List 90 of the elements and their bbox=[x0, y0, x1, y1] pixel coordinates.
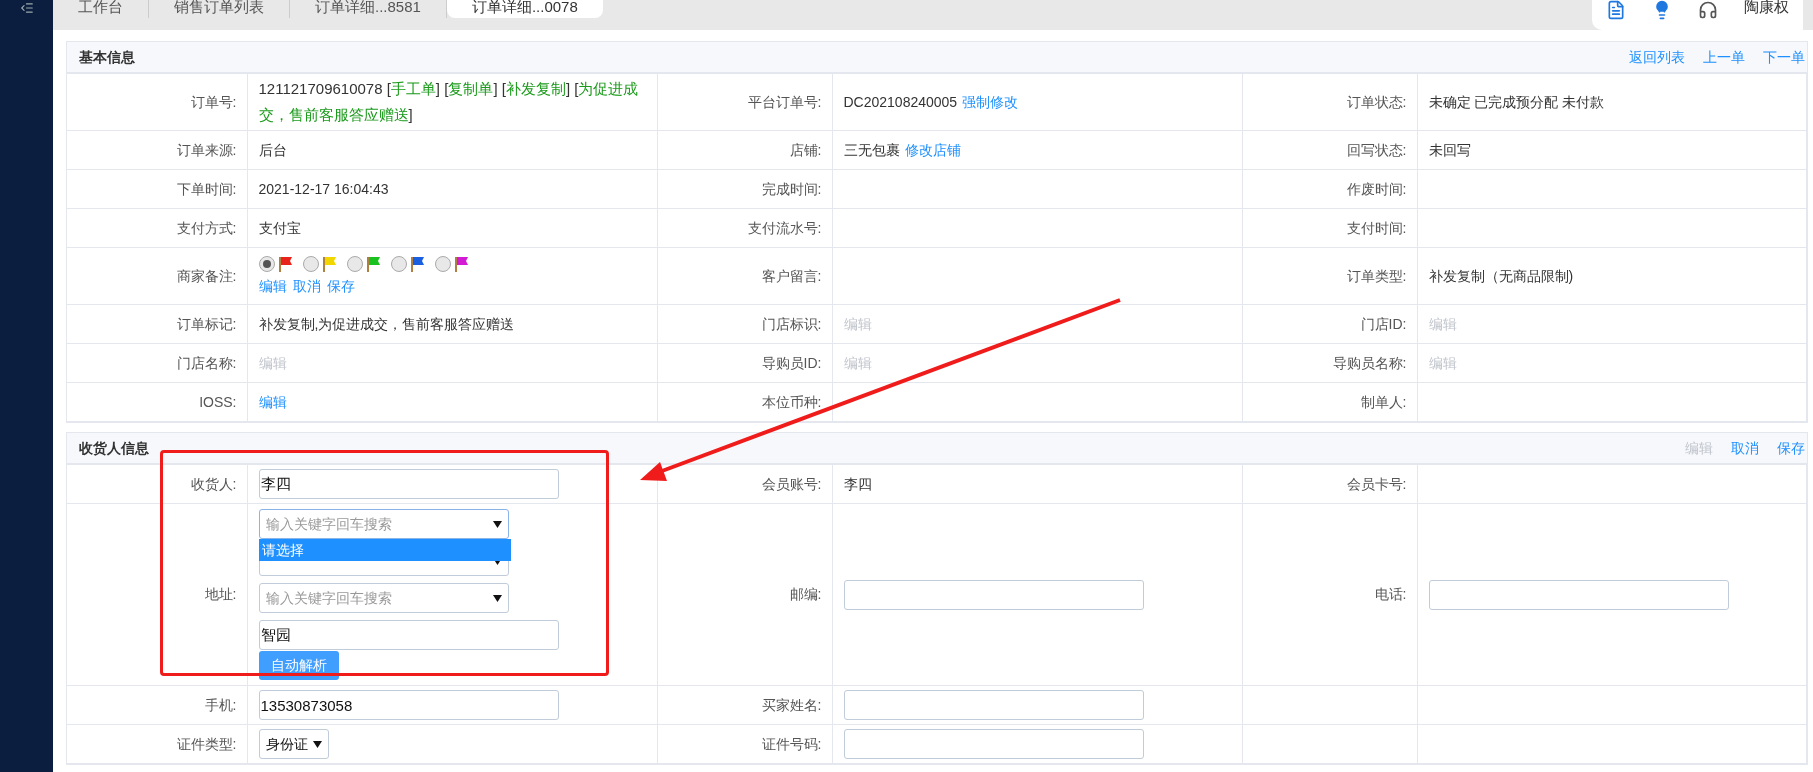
field-label: 本位币种: bbox=[761, 393, 822, 410]
field-value: DC202108240005 bbox=[843, 92, 958, 112]
input-field[interactable]: 13530873058 bbox=[258, 690, 559, 720]
order-number-text: 121121709610078 [手工单] [复制单] [补发复制] [为促进成交，售前客服答应赠送] bbox=[258, 79, 640, 125]
field-label: 订单标记: bbox=[176, 315, 237, 332]
menu-icon[interactable] bbox=[19, 1, 34, 15]
field-label: 制单人: bbox=[1360, 393, 1407, 410]
section-title: 基本信息 bbox=[79, 47, 135, 67]
radio-button[interactable] bbox=[258, 255, 275, 272]
header-link[interactable]: 取消 bbox=[1731, 437, 1759, 459]
note-link[interactable]: 保存 bbox=[326, 275, 355, 297]
field-label: 门店名称: bbox=[176, 354, 237, 371]
field-label: 完成时间: bbox=[761, 180, 822, 197]
input-field[interactable] bbox=[843, 690, 1144, 720]
field-label: 门店ID: bbox=[1360, 315, 1407, 332]
note-link[interactable]: 编辑 bbox=[258, 275, 287, 297]
edit-link[interactable]: 强制修改 bbox=[962, 91, 1019, 113]
field-label: 支付时间: bbox=[1346, 219, 1407, 236]
field-label: 手机: bbox=[204, 696, 237, 713]
document-icon[interactable] bbox=[1606, 0, 1626, 20]
field-label: 店铺: bbox=[789, 141, 822, 158]
field-label: 门店标识: bbox=[761, 315, 822, 332]
edit-link: 编辑 bbox=[843, 315, 872, 332]
caret-icon bbox=[492, 594, 502, 602]
caret-icon bbox=[312, 740, 322, 748]
field-label: 导购员名称: bbox=[1332, 354, 1407, 371]
field-value: 2021-12-17 16:04:43 bbox=[258, 180, 389, 197]
field-label: 收货人: bbox=[190, 475, 237, 492]
edit-link[interactable]: 修改店铺 bbox=[904, 139, 961, 161]
user-name[interactable]: 陶康权 bbox=[1744, 0, 1789, 14]
field-label: 商家备注: bbox=[176, 267, 237, 284]
field-label: 订单来源: bbox=[176, 141, 237, 158]
select-field[interactable]: 身份证 bbox=[258, 729, 329, 759]
field-value: 补发复制,为促进成交，售前客服答应赠送 bbox=[258, 315, 515, 332]
radio-button[interactable] bbox=[346, 255, 363, 272]
radio-button[interactable] bbox=[302, 255, 319, 272]
edit-link: 编辑 bbox=[1428, 354, 1457, 371]
radio-button[interactable] bbox=[390, 255, 407, 272]
field-label: 作废时间: bbox=[1346, 180, 1407, 197]
field-label: 邮编: bbox=[789, 586, 822, 602]
field-value: 后台 bbox=[258, 141, 287, 158]
select-field[interactable]: 输入关键字回车搜索 bbox=[258, 583, 509, 613]
field-label: 支付流水号: bbox=[747, 219, 822, 236]
radio-button[interactable] bbox=[434, 255, 451, 272]
edit-link: 编辑 bbox=[843, 354, 872, 371]
input-field[interactable] bbox=[1428, 579, 1729, 610]
field-label: 支付方式: bbox=[176, 219, 237, 236]
field-value: 补发复制（无商品限制) bbox=[1428, 267, 1574, 284]
field-label: 会员卡号: bbox=[1346, 475, 1407, 492]
input-field[interactable]: 智园 bbox=[258, 620, 559, 650]
section-title: 收货人信息 bbox=[79, 438, 149, 458]
input-field[interactable]: 李四 bbox=[258, 469, 559, 499]
caret-icon bbox=[492, 520, 502, 528]
tab[interactable]: 订单详细...8581 bbox=[290, 0, 447, 18]
field-label: 证件号码: bbox=[761, 735, 822, 752]
field-value: 支付宝 bbox=[258, 219, 301, 236]
tab[interactable]: 工作台 bbox=[53, 0, 149, 18]
field-label: 订单状态: bbox=[1346, 93, 1407, 110]
edit-link[interactable]: 编辑 bbox=[258, 393, 287, 410]
select-field[interactable]: 输入关键字回车搜索 bbox=[258, 509, 509, 539]
header-link[interactable]: 下一单 bbox=[1763, 46, 1805, 68]
field-label: 买家姓名: bbox=[761, 696, 822, 713]
field-label: 订单号: bbox=[190, 93, 237, 110]
field-label: 地址: bbox=[204, 586, 237, 602]
field-label: IOSS: bbox=[199, 393, 237, 410]
note-link[interactable]: 取消 bbox=[292, 275, 321, 297]
field-value: 未回写 bbox=[1428, 141, 1471, 158]
field-label: 回写状态: bbox=[1346, 141, 1407, 158]
field-label: 客户留言: bbox=[761, 267, 822, 284]
headset-icon[interactable] bbox=[1698, 0, 1718, 20]
header-link[interactable]: 返回列表 bbox=[1629, 46, 1685, 68]
edit-link: 编辑 bbox=[1428, 315, 1457, 332]
field-value: 三无包裹 bbox=[843, 140, 900, 160]
field-label: 订单类型: bbox=[1346, 267, 1407, 284]
field-label: 会员账号: bbox=[761, 475, 822, 492]
input-field[interactable] bbox=[843, 579, 1144, 610]
dropdown-option[interactable]: 请选择 bbox=[258, 539, 511, 561]
field-label: 导购员ID: bbox=[761, 354, 822, 371]
field-value: 李四 bbox=[843, 475, 872, 492]
tab[interactable]: 订单详细...0078 bbox=[446, 0, 603, 18]
field-label: 平台订单号: bbox=[747, 93, 822, 110]
header-link[interactable]: 上一单 bbox=[1703, 46, 1745, 68]
edit-link: 编辑 bbox=[258, 354, 287, 371]
header-link[interactable]: 保存 bbox=[1777, 437, 1805, 459]
tab[interactable]: 销售订单列表 bbox=[149, 0, 290, 18]
field-value: 未确定 已完成预分配 未付款 bbox=[1428, 93, 1605, 110]
field-label: 电话: bbox=[1374, 586, 1407, 602]
field-label: 下单时间: bbox=[176, 180, 237, 197]
input-field[interactable] bbox=[843, 729, 1144, 759]
field-label: 证件类型: bbox=[176, 735, 237, 752]
